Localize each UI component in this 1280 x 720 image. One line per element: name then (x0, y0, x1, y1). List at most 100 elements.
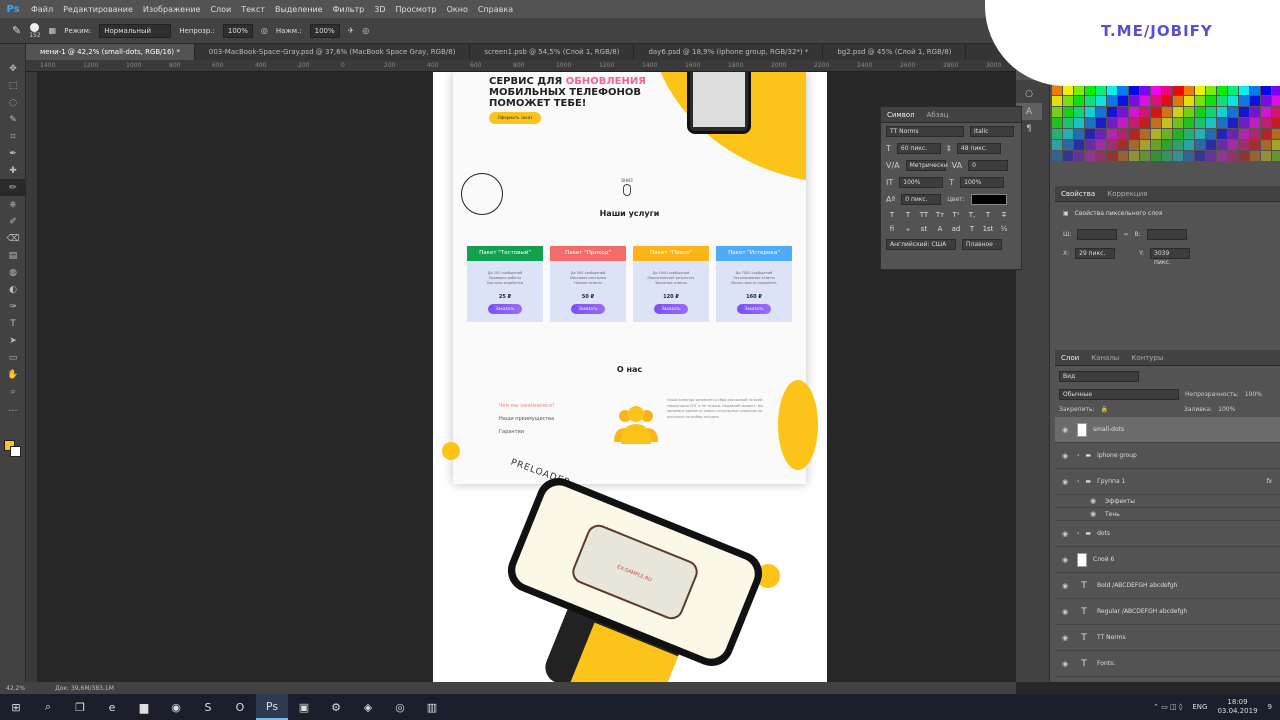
color-swatch[interactable] (1074, 151, 1084, 161)
color-swatch[interactable] (1228, 118, 1238, 128)
eye-icon[interactable]: ◉ (1059, 530, 1071, 538)
layer-row[interactable]: ◉ › ▬ iphone group (1055, 443, 1280, 469)
document-tab[interactable]: 003-MacBook-Space-Gray.psd @ 37,6% (MacB… (195, 44, 471, 60)
color-swatch[interactable] (1184, 140, 1194, 150)
dodge-icon[interactable]: ◐ (0, 281, 26, 298)
layer-fill-input[interactable]: 100% (1218, 406, 1235, 413)
brush-tool-icon[interactable]: ✎ (12, 24, 21, 37)
type-style-button[interactable]: TT (918, 211, 930, 219)
history-icon[interactable]: ⎔ (1016, 86, 1042, 103)
type-style-button[interactable]: Tт (934, 211, 946, 219)
gradient-icon[interactable]: ▤ (0, 247, 26, 264)
color-swatch[interactable] (1250, 140, 1260, 150)
color-swatch[interactable] (1272, 85, 1280, 95)
document-tab[interactable]: screen1.psb @ 54,5% (Слой 1, RGB/8) (470, 44, 635, 60)
color-swatch[interactable] (1228, 85, 1238, 95)
menu-item[interactable]: Окно (442, 5, 473, 14)
color-swatch[interactable] (1184, 151, 1194, 161)
zoom-icon[interactable]: ⌕ (0, 383, 26, 400)
color-swatch[interactable] (1184, 118, 1194, 128)
color-swatch[interactable] (1085, 129, 1095, 139)
color-swatch[interactable] (1074, 107, 1084, 117)
color-swatch[interactable] (1129, 107, 1139, 117)
color-swatch[interactable] (1184, 129, 1194, 139)
color-swatch[interactable] (1118, 107, 1128, 117)
color-swatch[interactable] (1118, 96, 1128, 106)
pressure-opacity-icon[interactable]: ◎ (261, 26, 268, 35)
tab-layers[interactable]: Слои (1061, 354, 1079, 362)
color-swatch[interactable] (1151, 85, 1161, 95)
color-swatch[interactable] (1085, 107, 1095, 117)
language-indicator[interactable]: ENG (1192, 703, 1207, 711)
brush-panel-icon[interactable]: ▦ (49, 26, 57, 35)
task-view-icon[interactable]: ❐ (64, 694, 96, 720)
swatches-panel[interactable] (1050, 72, 1280, 168)
brush-icon[interactable]: ✏ (0, 179, 26, 196)
color-swatch[interactable] (1272, 118, 1280, 128)
type-icon[interactable]: T (0, 315, 26, 332)
color-swatch[interactable] (1096, 151, 1106, 161)
tab-properties[interactable]: Свойства (1061, 190, 1095, 198)
menu-item[interactable]: Выделение (270, 5, 328, 14)
color-swatch[interactable] (1162, 107, 1172, 117)
color-swatch[interactable] (1206, 118, 1216, 128)
color-swatch[interactable] (1217, 107, 1227, 117)
healing-icon[interactable]: ✚ (0, 162, 26, 179)
menu-item[interactable]: Справка (473, 5, 518, 14)
blur-icon[interactable]: ◍ (0, 264, 26, 281)
move-icon[interactable]: ✥ (0, 60, 26, 77)
color-swatch[interactable] (1173, 140, 1183, 150)
search-icon[interactable]: ⌕ (32, 694, 64, 720)
layer-opacity-input[interactable]: 100% (1245, 391, 1262, 398)
width-input[interactable] (1077, 229, 1118, 240)
chevron-icon[interactable]: › (1077, 452, 1079, 459)
color-swatch[interactable] (1063, 85, 1073, 95)
tracking-select[interactable]: 0 (968, 160, 1009, 171)
color-swatch[interactable] (1173, 107, 1183, 117)
color-swatch[interactable] (1173, 118, 1183, 128)
color-swatch[interactable] (1052, 118, 1062, 128)
color-swatch[interactable] (1107, 129, 1117, 139)
tab-character[interactable]: Символ (887, 111, 915, 119)
lasso-icon[interactable]: ◌ (0, 94, 26, 111)
color-swatch[interactable] (1250, 107, 1260, 117)
color-swatch[interactable] (1217, 140, 1227, 150)
color-swatch[interactable] (1239, 96, 1249, 106)
blend-mode-select[interactable]: Обычные (1059, 389, 1179, 400)
pressure-size-icon[interactable]: ◎ (362, 26, 369, 35)
eye-icon[interactable]: ◉ (1059, 478, 1071, 486)
color-swatch[interactable] (1107, 140, 1117, 150)
document-tab[interactable]: мени-1 @ 42,2% (small-dots, RGB/16) * (26, 44, 195, 60)
color-swatch[interactable] (1118, 129, 1128, 139)
tab-paragraph[interactable]: Абзац (927, 111, 949, 119)
color-swatch[interactable] (1239, 151, 1249, 161)
color-swatch[interactable] (1074, 129, 1084, 139)
height-input[interactable] (1146, 229, 1187, 240)
opentype-button[interactable]: A (934, 225, 946, 233)
eye-icon[interactable]: ◉ (1087, 510, 1099, 518)
color-swatch[interactable] (1239, 107, 1249, 117)
eraser-icon[interactable]: ⌫ (0, 230, 26, 247)
type-style-button[interactable]: T (886, 211, 898, 219)
color-swatch[interactable] (1162, 85, 1172, 95)
color-swatch[interactable] (1184, 85, 1194, 95)
link-icon[interactable]: ∞ (1123, 231, 1128, 238)
color-swatch[interactable] (1118, 151, 1128, 161)
color-swatch[interactable] (1239, 129, 1249, 139)
opacity-input[interactable]: 100% (222, 23, 253, 38)
settings-icon[interactable]: ⚙ (320, 694, 352, 720)
color-swatch[interactable] (1085, 118, 1095, 128)
eye-icon[interactable]: ◉ (1059, 556, 1071, 564)
color-swatch[interactable] (1107, 107, 1117, 117)
color-swatch[interactable] (1272, 96, 1280, 106)
opentype-button[interactable]: ad (950, 225, 962, 233)
color-swatch[interactable] (1206, 129, 1216, 139)
opera-icon[interactable]: O (224, 694, 256, 720)
color-swatch[interactable] (1195, 151, 1205, 161)
color-swatch[interactable] (1261, 140, 1271, 150)
layer-row[interactable]: ◉ T Bold /ABCDEFGH abcdefgh (1055, 573, 1280, 599)
hand-icon[interactable]: ✋ (0, 366, 26, 383)
color-swatch[interactable] (1250, 85, 1260, 95)
color-swatch[interactable] (1206, 151, 1216, 161)
layer-row[interactable]: ◉ T Regular /ABCDEFGH abcdefgh (1055, 599, 1280, 625)
